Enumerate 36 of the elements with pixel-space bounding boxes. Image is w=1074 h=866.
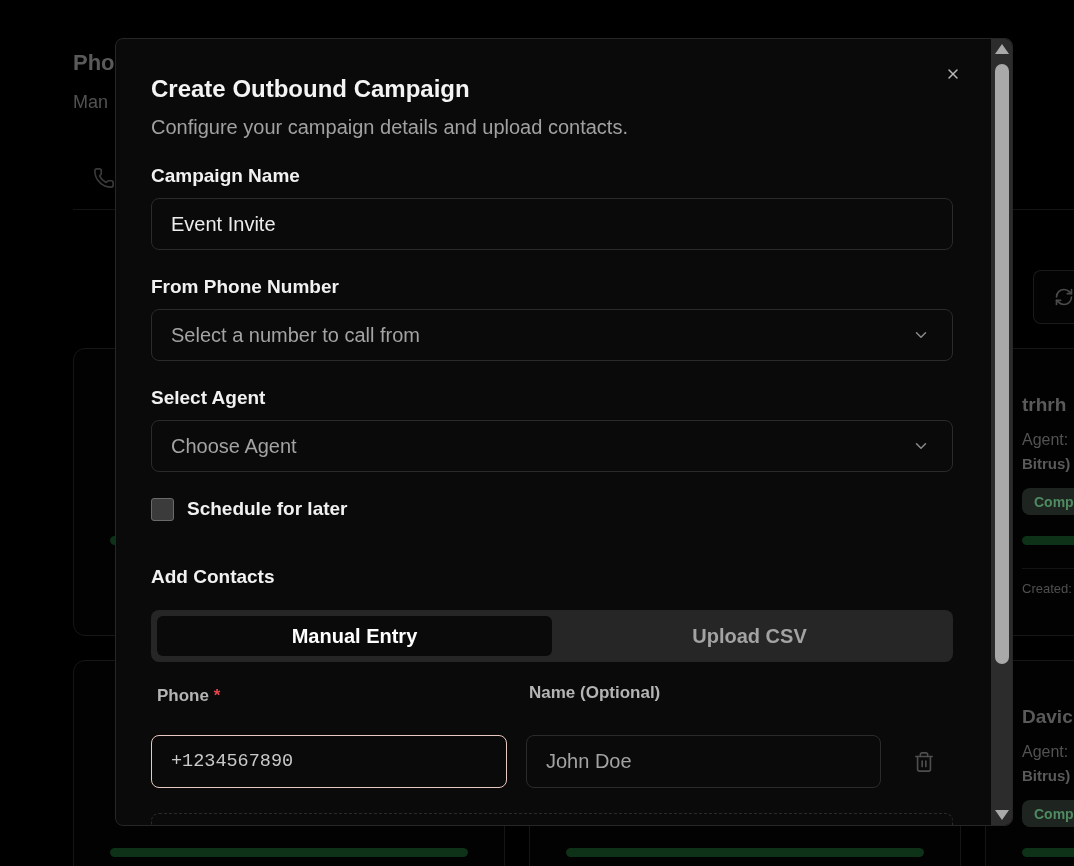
- trash-icon: [913, 750, 935, 773]
- agent-name: Bitrus): [1022, 454, 1071, 474]
- scroll-down-icon[interactable]: [994, 810, 1009, 820]
- section-title: Add Contacts: [151, 566, 275, 589]
- text-input[interactable]: Event Invite: [151, 198, 953, 250]
- scrollbar-thumb[interactable]: [994, 64, 1009, 664]
- page-title: Pho: [73, 49, 115, 77]
- name-input[interactable]: John Doe: [526, 735, 881, 788]
- agent-label: Agent:: [1022, 742, 1069, 762]
- dialog-description: Configure your campaign details and upload contacts.: [151, 115, 628, 139]
- column-label: Phone *: [157, 686, 221, 706]
- refresh-icon: [1054, 287, 1074, 307]
- select-field[interactable]: Choose Agent: [151, 420, 953, 472]
- field-label: From Phone Number: [151, 276, 339, 298]
- phone-input[interactable]: +1234567890: [151, 735, 507, 788]
- card-title: Davic: [1022, 705, 1073, 729]
- tab[interactable]: Upload CSV: [552, 616, 947, 656]
- agent-name: Bitrus): [1022, 766, 1071, 786]
- checkbox-label: Schedule for later: [187, 498, 348, 520]
- checkbox[interactable]: [151, 498, 174, 522]
- field-label: Select Agent: [151, 387, 266, 409]
- close-button[interactable]: [945, 66, 961, 82]
- select-field[interactable]: Select a number to call from: [151, 309, 953, 361]
- dialog-title: Create Outbound Campaign: [151, 75, 470, 103]
- page-subtitle: Man: [73, 91, 108, 114]
- close-icon: [945, 66, 961, 82]
- status-badge: Comp: [1022, 488, 1074, 515]
- field-label: Campaign Name: [151, 165, 300, 187]
- agent-label: Agent:: [1022, 430, 1069, 450]
- scroll-up-icon[interactable]: [994, 44, 1009, 54]
- tab[interactable]: Manual Entry: [157, 616, 552, 656]
- created-label: Created:: [1022, 581, 1072, 596]
- status-badge: Comp: [1022, 800, 1074, 827]
- scrollbar-track[interactable]: [991, 39, 1012, 825]
- card-title: trhrh: [1022, 393, 1067, 417]
- column-label: Name (Optional): [529, 683, 661, 703]
